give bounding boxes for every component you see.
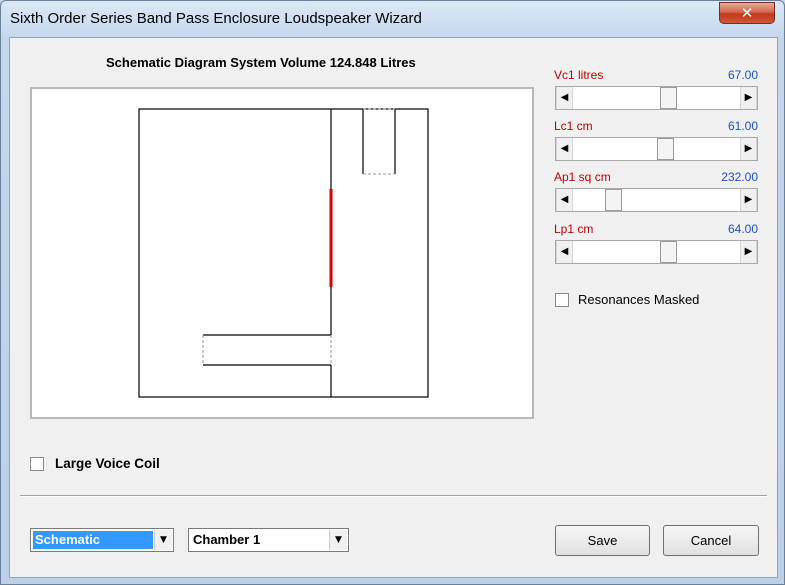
separator [20, 495, 767, 497]
param-slider[interactable]: ◀ ▶ [555, 240, 758, 264]
close-icon: ✕ [740, 4, 754, 22]
param-label: Lc1 cm [554, 119, 593, 133]
slider-thumb[interactable] [660, 87, 677, 109]
large-voice-coil-checkbox[interactable] [30, 457, 44, 471]
param-label: Lp1 cm [554, 222, 594, 236]
save-button[interactable]: Save [555, 525, 650, 556]
slider-thumb[interactable] [660, 241, 677, 263]
param-label: Ap1 sq cm [554, 170, 611, 184]
wizard-window: Sixth Order Series Band Pass Enclosure L… [0, 0, 785, 585]
schematic-heading: Schematic Diagram System Volume 124.848 … [106, 55, 416, 70]
title-bar[interactable]: Sixth Order Series Band Pass Enclosure L… [1, 1, 784, 37]
resonances-masked-label: Resonances Masked [578, 292, 700, 307]
scroll-right-icon[interactable]: ▶ [740, 87, 757, 109]
close-button[interactable]: ✕ [719, 2, 775, 24]
cancel-button[interactable]: Cancel [663, 525, 759, 556]
scroll-right-icon[interactable]: ▶ [740, 189, 757, 211]
large-voice-coil-label: Large Voice Coil [55, 456, 160, 471]
param-value: 64.00 [727, 222, 758, 236]
schematic-drawing [138, 108, 429, 398]
slider-thumb[interactable] [605, 189, 622, 211]
view-select-value: Schematic [33, 531, 153, 549]
param-slider[interactable]: ◀ ▶ [555, 86, 758, 110]
slider-thumb[interactable] [657, 138, 674, 160]
chamber-select[interactable]: Chamber 1 ▼ [188, 528, 349, 552]
scroll-left-icon[interactable]: ◀ [556, 138, 573, 160]
param-slider[interactable]: ◀ ▶ [555, 188, 758, 212]
scroll-right-icon[interactable]: ▶ [740, 241, 757, 263]
chevron-down-icon[interactable]: ▼ [154, 530, 172, 550]
chevron-down-icon[interactable]: ▼ [329, 530, 347, 550]
scroll-right-icon[interactable]: ▶ [740, 138, 757, 160]
param-value: 67.00 [727, 68, 758, 82]
param-label: Vc1 litres [554, 68, 604, 82]
resonances-masked-checkbox[interactable] [555, 293, 569, 307]
param-value: 61.00 [727, 119, 758, 133]
scroll-left-icon[interactable]: ◀ [556, 241, 573, 263]
chamber-select-value: Chamber 1 [193, 532, 261, 547]
scroll-left-icon[interactable]: ◀ [556, 189, 573, 211]
schematic-diagram [30, 87, 534, 419]
enclosure-outline [138, 108, 429, 398]
window-title: Sixth Order Series Band Pass Enclosure L… [10, 10, 422, 27]
dialog-client-area: Schematic Diagram System Volume 124.848 … [9, 37, 778, 578]
param-value: 232.00 [721, 170, 758, 184]
view-select[interactable]: Schematic ▼ [30, 528, 174, 552]
scroll-left-icon[interactable]: ◀ [556, 87, 573, 109]
param-slider[interactable]: ◀ ▶ [555, 137, 758, 161]
